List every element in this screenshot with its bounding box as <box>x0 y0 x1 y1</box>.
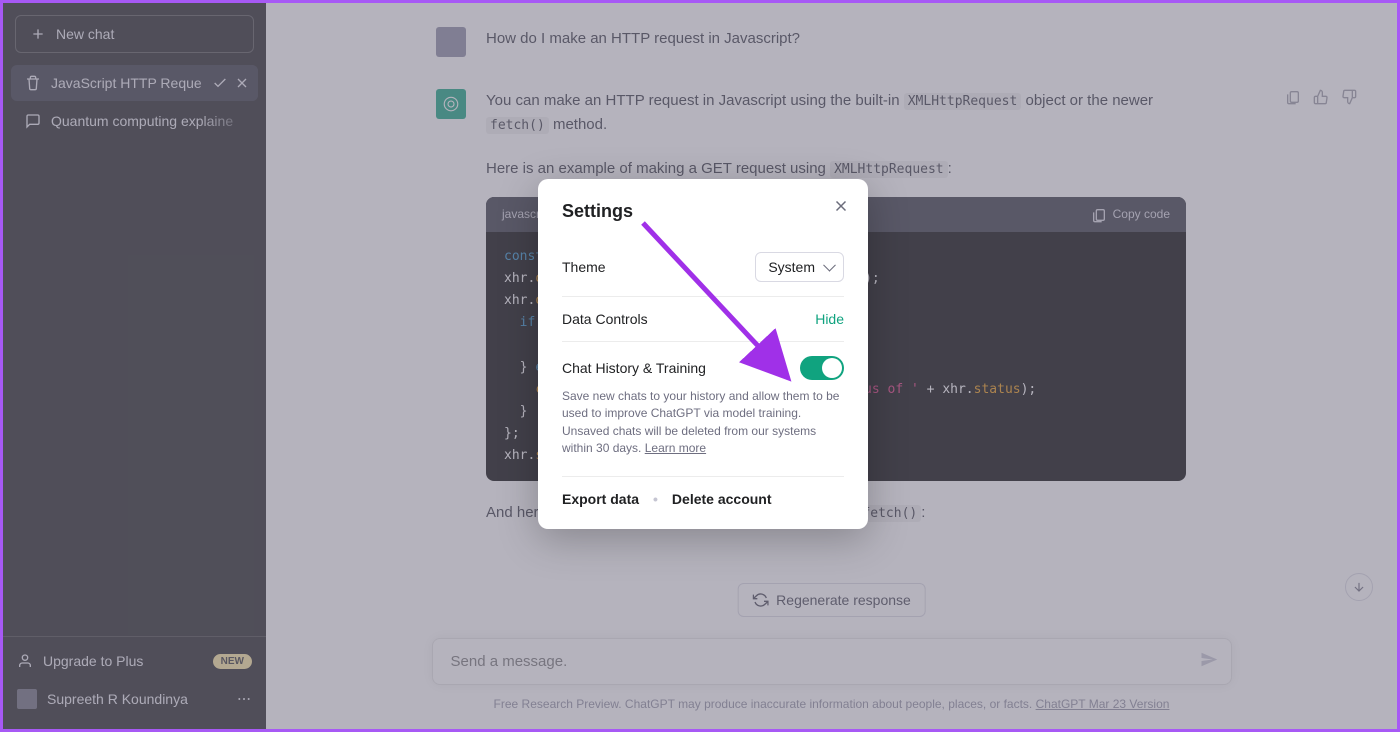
theme-label: Theme <box>562 259 606 275</box>
theme-select[interactable]: System <box>755 252 844 282</box>
theme-row: Theme System <box>562 238 844 297</box>
history-label: Chat History & Training <box>562 360 706 376</box>
export-data-button[interactable]: Export data <box>562 491 639 507</box>
hide-button[interactable]: Hide <box>815 311 844 327</box>
close-button[interactable] <box>832 197 850 219</box>
data-controls-label: Data Controls <box>562 311 648 327</box>
delete-account-button[interactable]: Delete account <box>672 491 772 507</box>
history-toggle[interactable] <box>800 356 844 380</box>
close-icon <box>832 197 850 215</box>
data-controls-row: Data Controls Hide <box>562 297 844 342</box>
learn-more-link[interactable]: Learn more <box>645 441 706 455</box>
modal-actions: Export data • Delete account <box>562 477 844 507</box>
settings-modal: Settings Theme System Data Controls Hide… <box>538 179 868 529</box>
chat-history-row: Chat History & Training Save new chats t… <box>562 342 844 477</box>
history-description: Save new chats to your history and allow… <box>562 388 844 458</box>
modal-title: Settings <box>562 201 844 222</box>
